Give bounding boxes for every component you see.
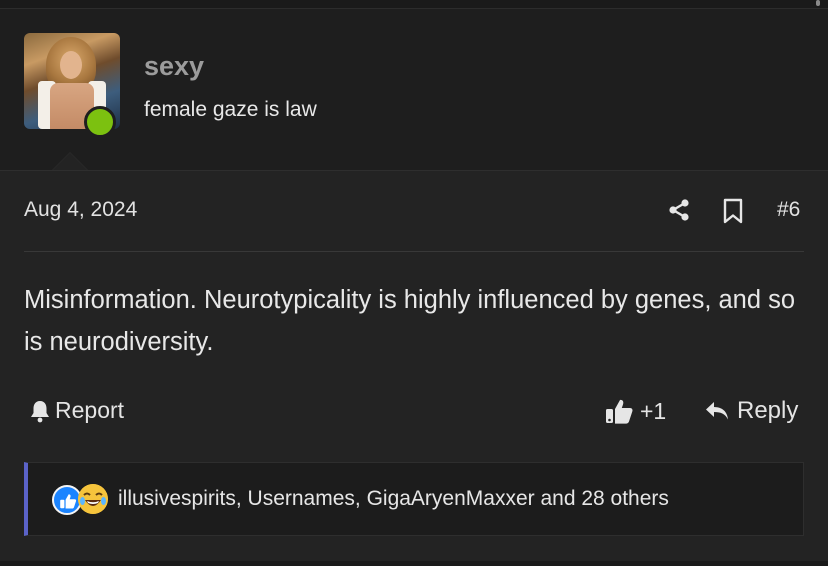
reaction-names[interactable]: illusivespirits, Usernames, GigaAryenMax…	[118, 487, 669, 511]
report-label: Report	[55, 397, 125, 423]
reactions-bar[interactable]: illusivespirits, Usernames, GigaAryenMax…	[24, 462, 804, 536]
message-pointer-inner	[53, 153, 87, 170]
reply-label: Reply	[737, 397, 799, 424]
divider	[24, 251, 804, 252]
reply-button[interactable]: Reply	[704, 397, 798, 425]
user-title: female gaze is law	[144, 98, 317, 121]
post-body: Aug 4, 2024 #6 Misinformation. Neurotypi…	[0, 171, 828, 566]
bell-icon	[31, 400, 49, 422]
bookmark-icon[interactable]	[722, 198, 744, 224]
reply-icon	[706, 402, 728, 420]
thumbs-up-icon	[606, 399, 633, 424]
report-button[interactable]: Report	[29, 397, 124, 424]
post-message: Misinformation. Neurotypicality is highl…	[24, 286, 796, 356]
laugh-reaction-icon	[78, 484, 108, 514]
post-date[interactable]: Aug 4, 2024	[24, 198, 137, 222]
post-user-header: sexy female gaze is law	[0, 9, 828, 171]
online-status-indicator	[84, 106, 116, 138]
avatar-face	[60, 51, 82, 79]
post-number[interactable]: #6	[777, 198, 800, 222]
top-strip	[0, 0, 828, 9]
like-count: +1	[640, 397, 667, 424]
scrollbar[interactable]	[816, 0, 820, 6]
share-icon[interactable]	[667, 198, 691, 222]
like-button[interactable]: +1	[604, 397, 666, 425]
bottom-divider	[0, 561, 828, 566]
username[interactable]: sexy	[144, 51, 204, 82]
